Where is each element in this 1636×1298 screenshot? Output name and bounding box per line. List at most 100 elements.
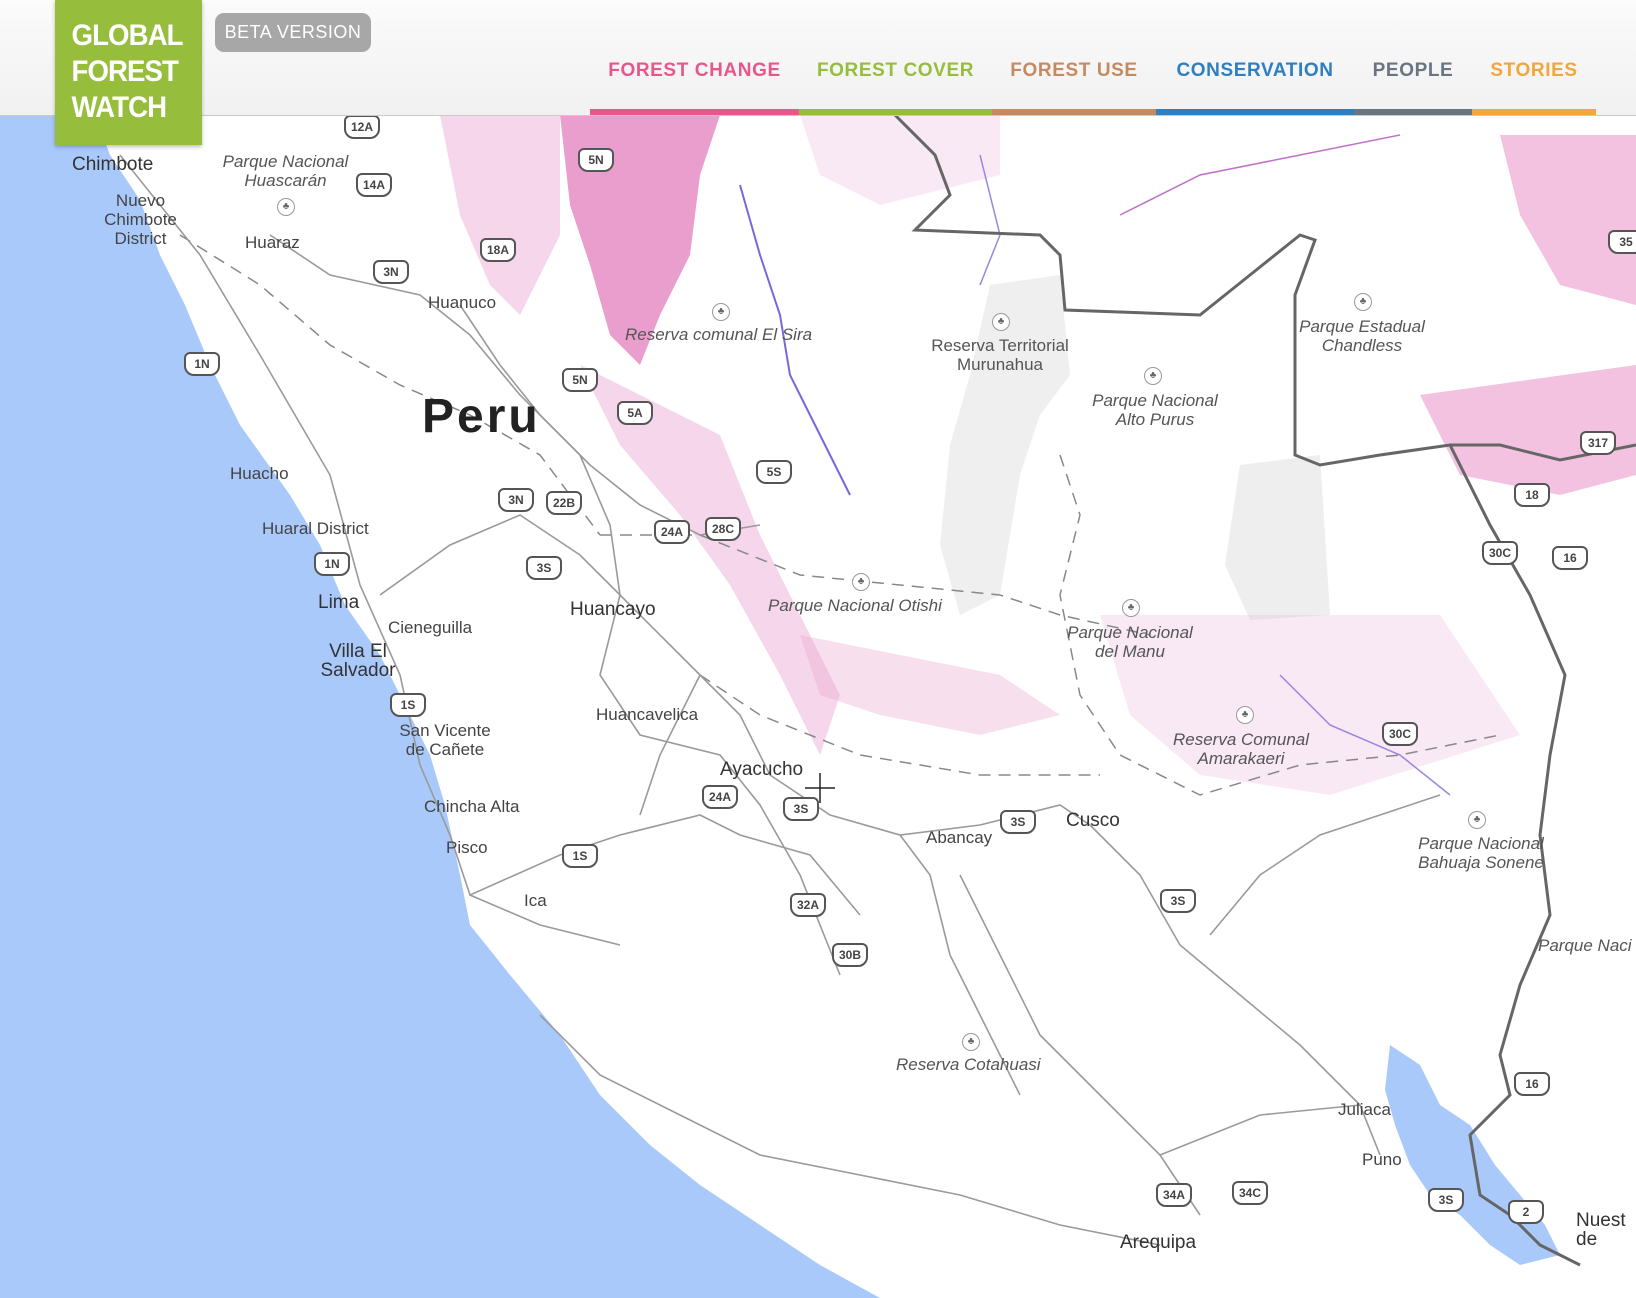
nav-forest-cover-label: FOREST COVER — [816, 60, 975, 81]
park-amarakaeri: Reserva Comunal Amarakaeri — [1172, 730, 1310, 768]
road-shield: 3N — [498, 488, 534, 512]
road-shield: 1N — [314, 552, 350, 576]
road-shield: 18 — [1514, 483, 1550, 507]
nav-forest-cover-bar — [799, 109, 992, 115]
country-label-peru: Peru — [422, 390, 541, 443]
road-shield: 30C — [1382, 722, 1418, 746]
road-shield: 5A — [617, 401, 653, 425]
nav-forest-use[interactable]: FOREST USE — [992, 0, 1156, 115]
road-shield: 16 — [1552, 546, 1588, 570]
park-bahuaja-sonene: Parque Nacional Bahuaja Sonene — [1418, 834, 1544, 872]
nav-conservation[interactable]: CONSERVATION — [1156, 0, 1354, 115]
city-pisco: Pisco — [446, 838, 488, 857]
nav-people-label: PEOPLE — [1372, 60, 1454, 81]
city-nuevo-chimbote: Nuevo Chimbote District — [104, 191, 177, 248]
nav-stories[interactable]: STORIES — [1472, 0, 1596, 115]
nav-forest-use-bar — [992, 109, 1156, 115]
nav-forest-change-bar — [590, 109, 799, 115]
park-pin-icon[interactable]: ♣ — [1122, 599, 1140, 617]
road-shield: 30B — [832, 943, 868, 967]
park-naci-edge: Parque Naci — [1538, 936, 1632, 955]
road-shield: 317 — [1580, 431, 1616, 455]
nav-forest-change[interactable]: FOREST CHANGE — [590, 0, 799, 115]
city-lima: Lima — [318, 592, 360, 613]
road-shield: 5N — [562, 368, 598, 392]
logo-line-2: FOREST — [71, 55, 179, 88]
road-shield: 3N — [373, 260, 409, 284]
road-shield: 30C — [1482, 541, 1518, 565]
road-shield: 3S — [526, 556, 562, 580]
nav-conservation-bar — [1156, 109, 1354, 115]
nav-forest-use-label: FOREST USE — [1010, 60, 1138, 81]
map-background — [0, 115, 1636, 1298]
nav-people[interactable]: PEOPLE — [1354, 0, 1472, 115]
city-puno: Puno — [1362, 1150, 1402, 1169]
city-chimbote: Chimbote — [72, 154, 154, 175]
city-huanuco: Huanuco — [428, 293, 497, 312]
city-villa-el-salvador: Villa El Salvador — [320, 641, 396, 681]
city-juliaca: Juliaca — [1338, 1100, 1391, 1119]
road-shield: 22B — [546, 491, 582, 515]
road-shield: 1S — [562, 844, 598, 868]
city-arequipa: Arequipa — [1120, 1232, 1197, 1253]
park-pin-icon[interactable]: ♣ — [1236, 706, 1254, 724]
road-shield: 32A — [790, 893, 826, 917]
park-huascaran: Parque Nacional Huascarán — [222, 152, 349, 190]
city-cusco: Cusco — [1066, 810, 1120, 831]
park-pin-icon[interactable]: ♣ — [852, 573, 870, 591]
road-shield: 14A — [356, 173, 392, 197]
city-ica: Ica — [524, 891, 547, 910]
park-chandless: Parque Estadual Chandless — [1299, 317, 1425, 355]
road-shield: 1S — [390, 693, 426, 717]
beta-version-badge: BETA VERSION — [215, 13, 371, 52]
city-cieneguilla: Cieneguilla — [388, 618, 473, 637]
road-shield: 5S — [756, 460, 792, 484]
global-forest-watch-logo[interactable]: GLOBAL FOREST WATCH — [55, 0, 202, 145]
city-chincha-alta: Chincha Alta — [424, 797, 520, 816]
park-pin-icon[interactable]: ♣ — [277, 198, 295, 216]
road-shield: 3S — [1000, 810, 1036, 834]
park-pin-icon[interactable]: ♣ — [992, 313, 1010, 331]
road-shield: 2 — [1508, 1200, 1544, 1224]
road-shield: 5N — [578, 148, 614, 172]
park-pin-icon[interactable]: ♣ — [962, 1033, 980, 1051]
city-huancavelica: Huancavelica — [596, 705, 699, 724]
road-shield: 1N — [184, 352, 220, 376]
nav-stories-label: STORIES — [1490, 60, 1578, 81]
park-pin-icon[interactable]: ♣ — [1468, 811, 1486, 829]
road-shield: 3S — [1428, 1188, 1464, 1212]
nav-forest-change-label: FOREST CHANGE — [608, 60, 781, 81]
map-canvas[interactable]: Peru Chimbote Nuevo Chimbote District Hu… — [0, 115, 1636, 1298]
road-shield: 34A — [1156, 1183, 1192, 1207]
road-shield: 12A — [344, 115, 380, 139]
nav-stories-bar — [1472, 109, 1596, 115]
park-manu: Parque Nacional del Manu — [1067, 623, 1193, 661]
park-el-sira: Reserva comunal El Sira — [625, 325, 813, 344]
city-huaral: Huaral District — [262, 519, 369, 538]
park-pin-icon[interactable]: ♣ — [1144, 367, 1162, 385]
road-shield: 18A — [480, 238, 516, 262]
park-murunahua: Reserva Territorial Murunahua — [931, 336, 1069, 374]
park-alto-purus: Parque Nacional Alto Purus — [1092, 391, 1218, 429]
road-shield: 24A — [702, 785, 738, 809]
park-pin-icon[interactable]: ♣ — [1354, 293, 1372, 311]
park-otishi: Parque Nacional Otishi — [768, 596, 942, 615]
city-abancay: Abancay — [926, 828, 993, 847]
city-huaraz: Huaraz — [245, 233, 300, 252]
park-cotahuasi: Reserva Cotahuasi — [896, 1055, 1041, 1074]
logo-line-1: GLOBAL — [71, 19, 184, 52]
city-huancayo: Huancayo — [570, 599, 656, 620]
logo-line-3: WATCH — [71, 91, 167, 124]
crosshair-cursor-icon — [805, 773, 835, 803]
road-shield: 34C — [1232, 1181, 1268, 1205]
road-shield: 35 — [1608, 230, 1636, 254]
city-nuest: Nuest de — [1576, 1210, 1626, 1250]
nav-forest-cover[interactable]: FOREST COVER — [799, 0, 992, 115]
nav-conservation-label: CONSERVATION — [1176, 60, 1334, 81]
city-huacho: Huacho — [230, 464, 289, 483]
road-shield: 28C — [705, 517, 741, 541]
road-shield: 24A — [654, 520, 690, 544]
road-shield: 16 — [1514, 1072, 1550, 1096]
city-ayacucho: Ayacucho — [720, 759, 804, 780]
park-pin-icon[interactable]: ♣ — [712, 303, 730, 321]
